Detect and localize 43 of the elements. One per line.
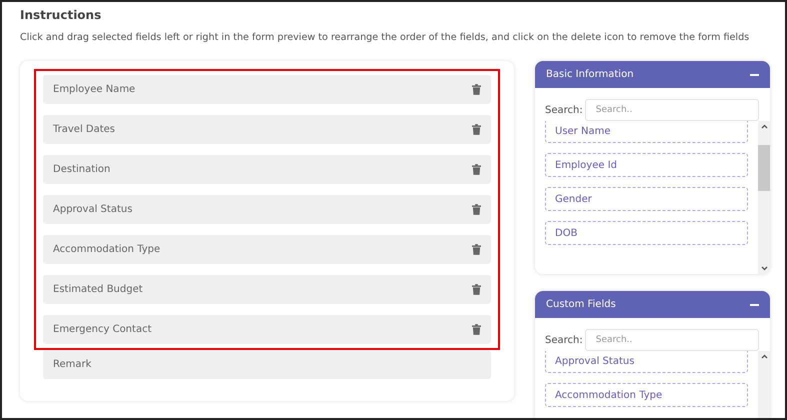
draggable-field[interactable]: Gender [545,187,748,211]
section-title: Instructions [20,8,102,22]
instructions-text: Click and drag selected fields left or right in the form preview to rearrange the order of the fields, and click on the delete icon to remove the form fields [20,32,750,43]
scroll-up-icon[interactable] [760,124,768,129]
form-field[interactable]: Employee Name [43,75,491,104]
draggable-field[interactable]: DOB [545,221,748,245]
panel-header[interactable]: Basic Information [535,61,770,88]
draggable-field[interactable]: Approval Status [545,351,748,373]
scrollbar[interactable] [758,121,770,274]
search-field[interactable]: Search.. [584,329,759,351]
search-label: Search: [545,334,583,346]
form-field[interactable]: Destination [43,155,491,184]
panel-header[interactable]: Custom Fields [535,291,770,318]
field-label: Destination [53,164,110,175]
form-field[interactable]: Estimated Budget [43,275,491,304]
search-label: Search: [545,104,583,116]
search-field[interactable]: Search.. [584,99,759,121]
field-label: Employee Name [53,84,136,95]
form-field[interactable]: Remark [43,350,491,379]
delete-icon[interactable] [472,84,481,95]
field-label: Estimated Budget [53,284,143,295]
panel-title: Custom Fields [546,299,616,310]
scroll-up-icon[interactable] [760,354,768,359]
scroll-down-icon[interactable] [760,266,768,271]
panel-title: Basic Information [546,69,634,80]
delete-icon[interactable] [472,284,481,295]
field-label: Accommodation Type [53,244,160,255]
delete-icon[interactable] [472,204,481,215]
field-label: Travel Dates [53,124,116,135]
form-field[interactable]: Travel Dates [43,115,491,144]
draggable-field[interactable]: Accommodation Type [545,383,748,407]
field-label: Emergency Contact [53,324,152,335]
draggable-field[interactable]: Employee Id [545,153,748,177]
delete-icon[interactable] [472,324,481,335]
form-field[interactable]: Approval Status [43,195,491,224]
draggable-field[interactable]: User Name [545,121,748,143]
delete-icon[interactable] [472,244,481,255]
delete-icon[interactable] [472,164,481,175]
form-field[interactable]: Accommodation Type [43,235,491,264]
form-field[interactable]: Emergency Contact [43,315,491,344]
field-label: Approval Status [53,204,132,215]
delete-icon[interactable] [472,124,481,135]
field-label: Remark [53,359,92,370]
